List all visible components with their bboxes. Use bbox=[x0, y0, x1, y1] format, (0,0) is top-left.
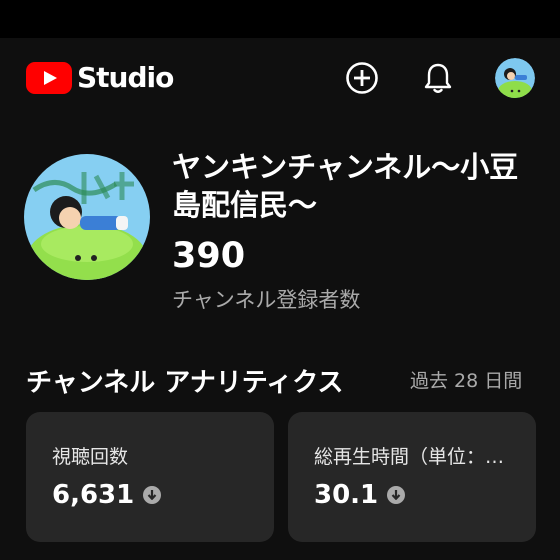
card-value: 30.1 bbox=[314, 480, 379, 510]
create-icon bbox=[346, 62, 378, 94]
down-arrow-icon bbox=[386, 485, 406, 505]
down-arrow-icon bbox=[142, 485, 162, 505]
studio-logo[interactable]: Studio bbox=[26, 61, 174, 94]
channel-name: ヤンキンチャンネル〜小豆島配信民〜 bbox=[172, 150, 519, 222]
logo-text: Studio bbox=[77, 61, 174, 94]
account-avatar[interactable] bbox=[495, 58, 535, 98]
card-label: 総再生時間（単位：時間） bbox=[314, 446, 514, 468]
subscriber-count: 390 bbox=[172, 236, 246, 276]
status-bar bbox=[0, 0, 560, 38]
subscriber-label: チャンネル登録者数 bbox=[172, 288, 361, 312]
card-value: 6,631 bbox=[52, 480, 135, 510]
card-value-row: 6,631 bbox=[52, 480, 162, 510]
youtube-logo-icon bbox=[26, 61, 72, 94]
watch-time-card[interactable]: 総再生時間（単位：時間） 30.1 bbox=[288, 412, 536, 542]
analytics-title[interactable]: チャンネル アナリティクス bbox=[26, 362, 406, 399]
channel-avatar bbox=[24, 154, 150, 280]
notifications-button[interactable] bbox=[418, 58, 458, 98]
create-button[interactable] bbox=[342, 58, 382, 98]
card-label: 視聴回数 bbox=[52, 446, 129, 468]
notifications-bell-icon bbox=[424, 63, 452, 93]
card-value-row: 30.1 bbox=[314, 480, 406, 510]
top-app-bar: Studio bbox=[0, 38, 560, 118]
views-card[interactable]: 視聴回数 6,631 bbox=[26, 412, 274, 542]
analytics-period: 過去 28 日間 bbox=[410, 370, 523, 392]
